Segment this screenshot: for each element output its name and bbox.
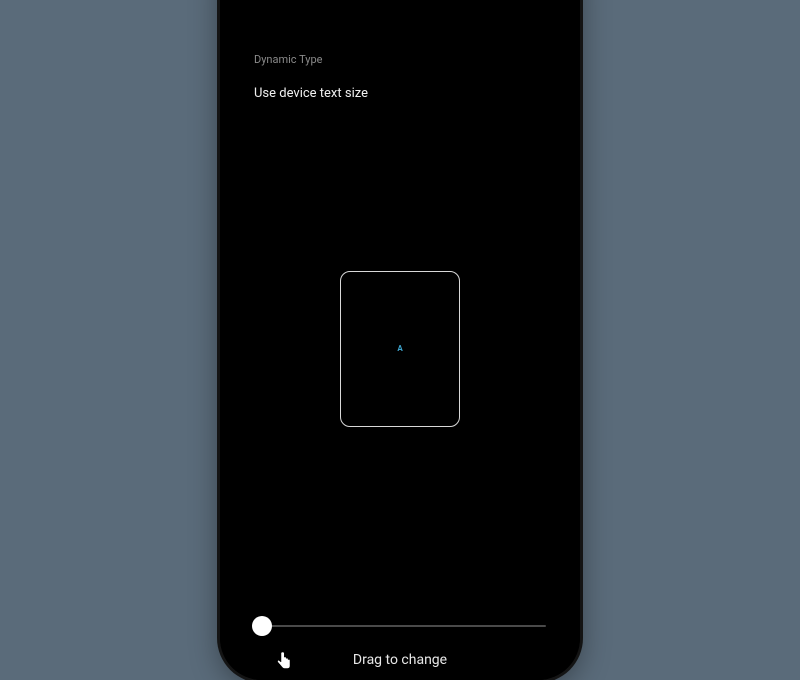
text-size-slider-area: Drag to change xyxy=(220,616,580,668)
preview-area: A xyxy=(220,121,580,576)
slider-caption: Drag to change xyxy=(254,652,546,668)
text-size-slider[interactable] xyxy=(254,616,546,636)
preview-box: A xyxy=(340,271,460,427)
phone-frame: TEXT ADJUST Dynamic Type Use device text… xyxy=(220,0,580,680)
screen: TEXT ADJUST Dynamic Type Use device text… xyxy=(220,0,580,680)
preview-glyph: A xyxy=(397,344,402,353)
use-device-text-size-option[interactable]: Use device text size xyxy=(254,86,546,101)
dynamic-type-section: Dynamic Type Use device text size xyxy=(220,53,580,101)
section-label: Dynamic Type xyxy=(254,53,546,66)
slider-track xyxy=(254,625,546,627)
slider-thumb[interactable] xyxy=(252,616,272,636)
